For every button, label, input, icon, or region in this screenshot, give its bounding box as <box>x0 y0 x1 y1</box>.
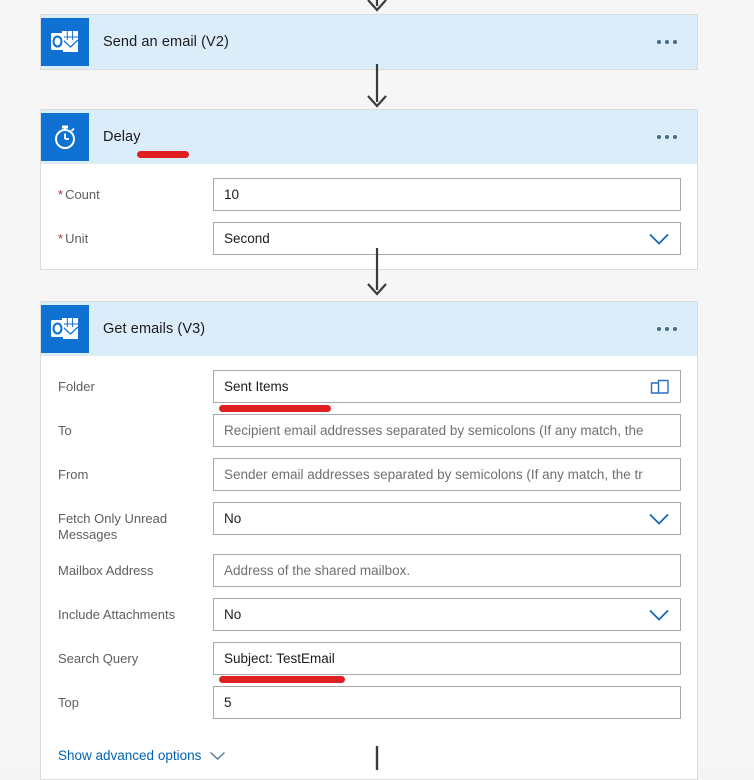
field-label-to: To <box>58 423 72 438</box>
field-label-count: * Count <box>58 187 100 202</box>
field-wrap-to: Recipient email addresses separated by s… <box>213 414 681 447</box>
from-input[interactable]: Sender email addresses separated by semi… <box>213 458 681 491</box>
connector-arrow-to-delay <box>0 64 754 110</box>
form-row-mailbox-address: Mailbox Address Address of the shared ma… <box>58 554 681 587</box>
form-row-folder: Folder Sent Items <box>58 370 681 412</box>
menu-dot <box>673 327 677 331</box>
required-asterisk: * <box>58 187 64 202</box>
step-header-delay[interactable]: Delay <box>41 110 697 164</box>
field-label-fetch-only-unread-messages: Fetch Only Unread Messages <box>58 511 168 542</box>
required-asterisk: * <box>58 231 64 246</box>
menu-dot <box>665 327 669 331</box>
field-wrap-include-attachments: No <box>213 598 681 631</box>
outlook-icon <box>41 18 89 66</box>
folder-input[interactable]: Sent Items <box>213 370 681 403</box>
field-label-folder: Folder <box>58 379 95 394</box>
field-label-include-attachments: Include Attachments <box>58 607 176 622</box>
field-label-mailbox-address: Mailbox Address <box>58 563 154 578</box>
annotation-underline-delay-title <box>137 151 189 158</box>
annotation-underline-folder-value <box>219 405 331 412</box>
form-row-unit: * Unit Second <box>58 222 681 255</box>
step-card-get-emails[interactable]: Get emails (V3) Folder Sent Items To Rec… <box>40 301 698 780</box>
step-body-get-emails: Folder Sent Items To Recipient email add <box>41 356 697 779</box>
step-body-delay: * Count 10 * Unit Second <box>41 164 697 269</box>
field-label-from: From <box>58 467 89 482</box>
menu-dot <box>665 135 669 139</box>
form-row-top: Top 5 <box>58 686 681 719</box>
unit-dropdown[interactable]: Second <box>213 222 681 255</box>
form-row-count: * Count 10 <box>58 178 681 211</box>
connector-arrow-into-send-email <box>0 0 754 14</box>
folder-picker-icon[interactable] <box>650 378 670 395</box>
chevron-down-icon <box>210 751 226 760</box>
menu-dot <box>673 135 677 139</box>
step-title: Send an email (V2) <box>103 34 229 50</box>
menu-dot <box>657 135 661 139</box>
step-menu-button[interactable] <box>651 129 683 145</box>
top-input[interactable]: 5 <box>213 686 681 719</box>
step-menu-button[interactable] <box>651 321 683 337</box>
field-wrap-search-query: Subject: TestEmail <box>213 642 681 683</box>
form-row-fetch-only-unread-messages: Fetch Only Unread Messages No <box>58 502 681 543</box>
field-label-unit: * Unit <box>58 231 89 246</box>
menu-dot <box>665 40 669 44</box>
to-input[interactable]: Recipient email addresses separated by s… <box>213 414 681 447</box>
include-attachments-dropdown[interactable]: No <box>213 598 681 631</box>
annotation-underline-search-query-value <box>219 676 345 683</box>
menu-dot <box>657 40 661 44</box>
form-row-from: From Sender email addresses separated by… <box>58 458 681 491</box>
step-header-get-emails[interactable]: Get emails (V3) <box>41 302 697 356</box>
step-card-delay[interactable]: Delay * Count 10 * Unit Second <box>40 109 698 270</box>
flow-canvas: Send an email (V2) Delay * Count 10 * Un… <box>0 0 754 780</box>
field-wrap-count: 10 <box>213 178 681 211</box>
field-label-search-query: Search Query <box>58 651 139 666</box>
step-header-send-an-email[interactable]: Send an email (V2) <box>41 15 697 69</box>
step-title: Get emails (V3) <box>103 321 206 337</box>
form-row-to: To Recipient email addresses separated b… <box>58 414 681 447</box>
timer-icon <box>41 113 89 161</box>
step-menu-button[interactable] <box>651 34 683 50</box>
outlook-icon <box>41 305 89 353</box>
field-wrap-from: Sender email addresses separated by semi… <box>213 458 681 491</box>
field-wrap-folder: Sent Items <box>213 370 681 412</box>
fetch-only-unread-messages-dropdown[interactable]: No <box>213 502 681 535</box>
show-advanced-options-label: Show advanced options <box>58 748 202 763</box>
form-row-include-attachments: Include Attachments No <box>58 598 681 631</box>
show-advanced-options-link[interactable]: Show advanced options <box>58 748 226 763</box>
step-card-send-an-email[interactable]: Send an email (V2) <box>40 14 698 70</box>
count-input[interactable]: 10 <box>213 178 681 211</box>
menu-dot <box>673 40 677 44</box>
step-title: Delay <box>103 129 141 145</box>
field-label-top: Top <box>58 695 79 710</box>
form-row-search-query: Search Query Subject: TestEmail <box>58 642 681 683</box>
field-wrap-unit: Second <box>213 222 681 255</box>
field-wrap-mailbox-address: Address of the shared mailbox. <box>213 554 681 587</box>
field-wrap-top: 5 <box>213 686 681 719</box>
search-query-input[interactable]: Subject: TestEmail <box>213 642 681 675</box>
menu-dot <box>657 327 661 331</box>
mailbox-address-input[interactable]: Address of the shared mailbox. <box>213 554 681 587</box>
field-wrap-fetch-only-unread-messages: No <box>213 502 681 535</box>
